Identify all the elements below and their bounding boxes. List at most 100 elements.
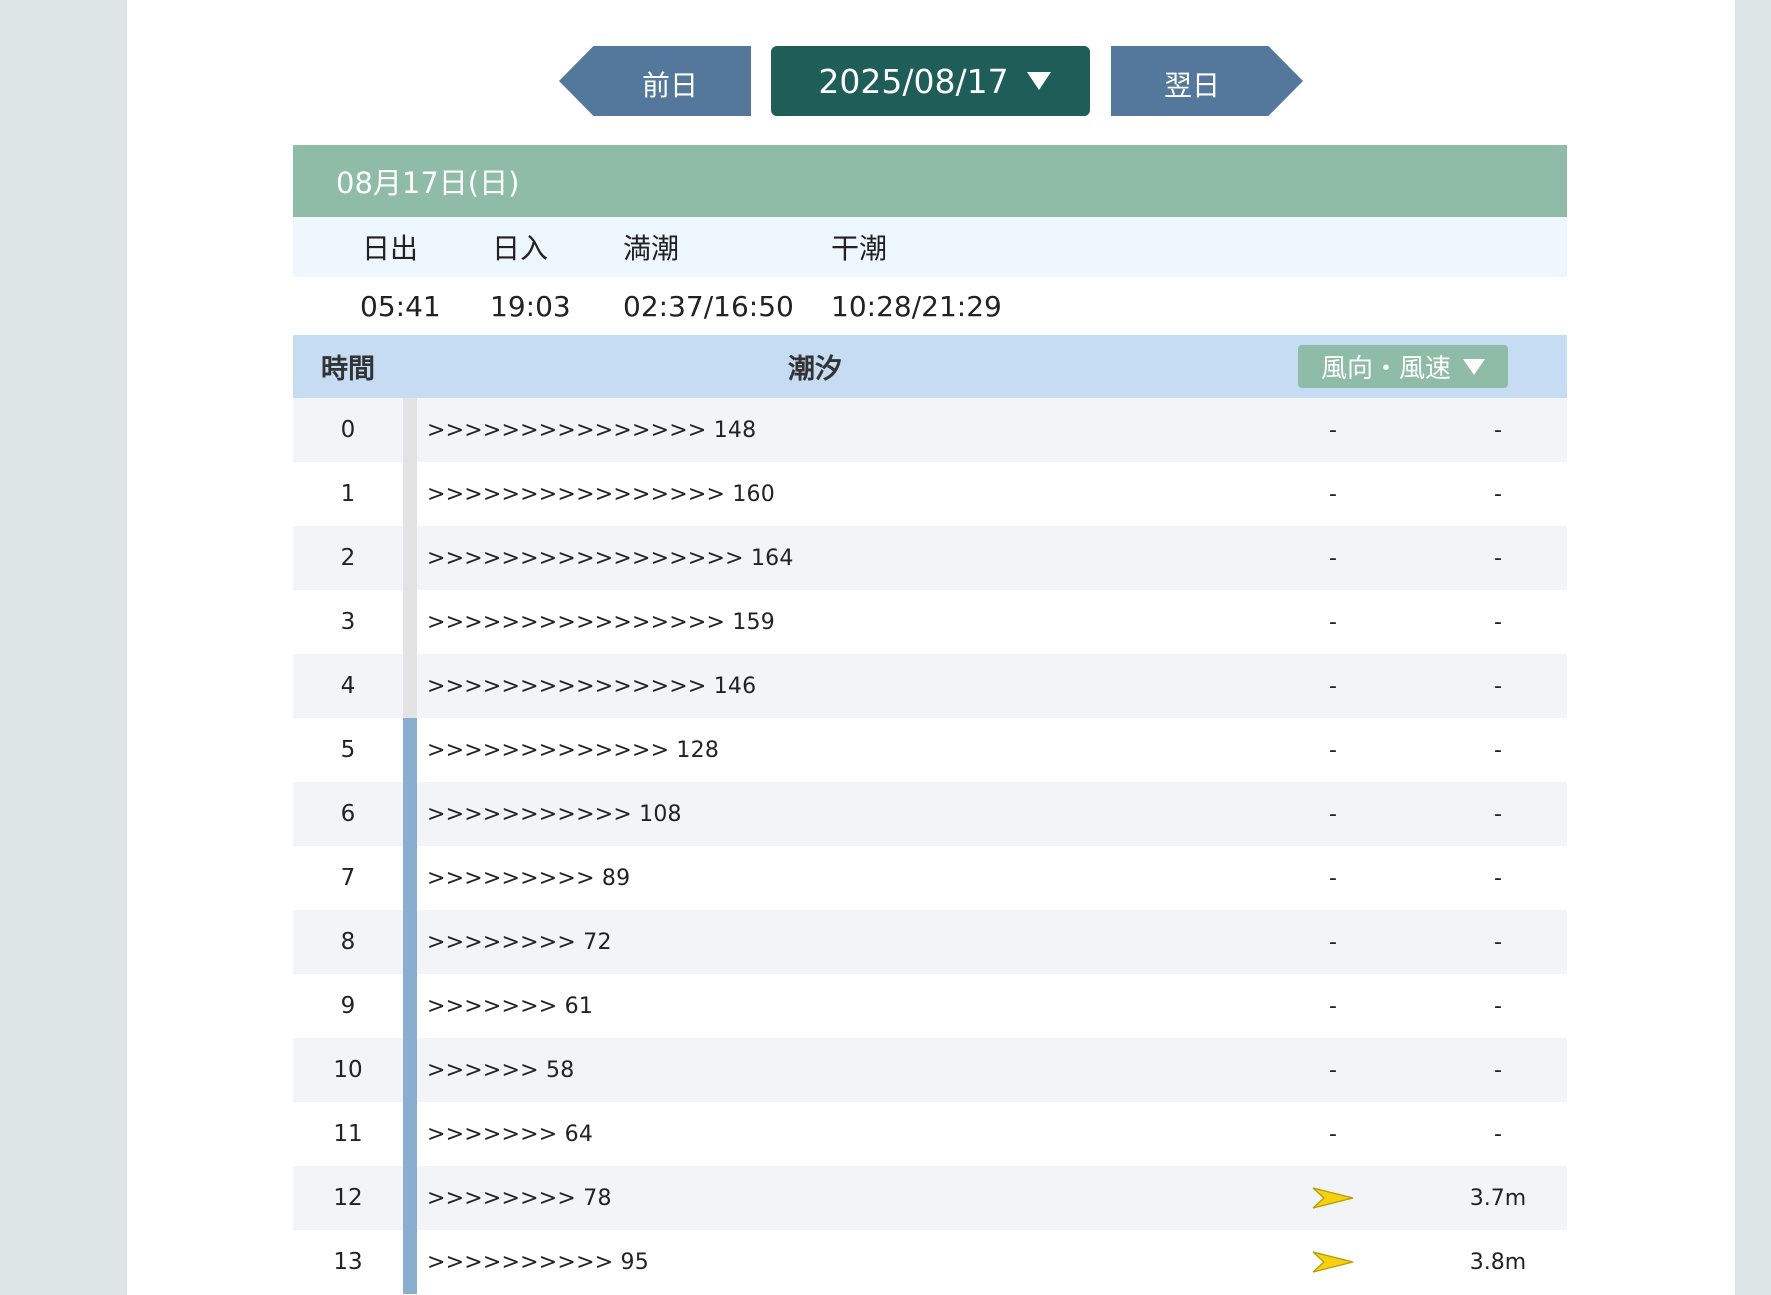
tide-phase-bar	[403, 782, 417, 846]
wind-speed: 3.8m	[1469, 1249, 1527, 1275]
table-row: 13 >>>>>>>>>> 95 3.8m	[293, 1230, 1567, 1294]
wind-speed: -	[1494, 865, 1502, 891]
row-hour: 8	[340, 929, 356, 955]
wind-speed: -	[1494, 673, 1502, 699]
table-row: 6 >>>>>>>>>>> 108 - -	[293, 782, 1567, 846]
tide-phase-bar	[403, 974, 417, 1038]
low-tide-value: 10:28/21:29	[831, 289, 1002, 323]
row-hour: 4	[340, 673, 356, 699]
high-tide-value: 02:37/16:50	[623, 289, 794, 323]
row-tide-level: >>>>>>> 61	[427, 993, 594, 1019]
main-panel: 前日 2025/08/17 翌日 08月17日(日) 日出 日入 満潮 干潮 0…	[127, 0, 1735, 1295]
row-hour: 10	[333, 1057, 363, 1083]
wind-direction: -	[1329, 1121, 1337, 1147]
wind-speed: 3.7m	[1469, 1185, 1527, 1211]
row-hour: 2	[340, 545, 356, 571]
sunrise-value: 05:41	[360, 289, 441, 323]
prev-day-label: 前日	[641, 69, 698, 102]
date-select[interactable]: 2025/08/17	[771, 46, 1090, 116]
table-row: 4 >>>>>>>>>>>>>>> 146 - -	[293, 654, 1567, 718]
tide-phase-bar	[403, 846, 417, 910]
table-row: 2 >>>>>>>>>>>>>>>>> 164 - -	[293, 526, 1567, 590]
wind-direction: -	[1329, 929, 1337, 955]
row-hour: 13	[333, 1249, 363, 1275]
wind-arrow-icon	[1312, 1187, 1354, 1209]
wind-direction	[1303, 1166, 1363, 1230]
time-column-header: 時間	[321, 354, 375, 385]
row-tide-level: >>>>>>>>>>> 108	[427, 801, 682, 827]
wind-speed: -	[1494, 801, 1502, 827]
day-title-text: 08月17日(日)	[336, 166, 520, 200]
tide-phase-bar	[403, 1038, 417, 1102]
row-tide-level: >>>>>>>>>>>>>>>> 159	[427, 609, 775, 635]
low-tide-label: 干潮	[831, 232, 888, 265]
table-row: 3 >>>>>>>>>>>>>>>> 159 - -	[293, 590, 1567, 654]
table-row: 11 >>>>>>> 64 - -	[293, 1102, 1567, 1166]
next-day-label: 翌日	[1163, 69, 1220, 102]
row-tide-level: >>>>>> 58	[427, 1057, 575, 1083]
wind-direction: -	[1329, 993, 1337, 1019]
sun-tide-values-row: 05:41 19:03 02:37/16:50 10:28/21:29	[293, 277, 1567, 335]
wind-direction: -	[1329, 417, 1337, 443]
day-title: 08月17日(日)	[293, 145, 1567, 217]
row-tide-level: >>>>>>>>>>>>> 128	[427, 737, 720, 763]
row-hour: 6	[340, 801, 356, 827]
wind-speed: -	[1494, 1057, 1502, 1083]
wind-speed: -	[1494, 481, 1502, 507]
tide-phase-bar	[403, 526, 417, 590]
wind-speed: -	[1494, 417, 1502, 443]
sunset-label: 日入	[492, 232, 549, 265]
wind-direction: -	[1329, 673, 1337, 699]
row-tide-level: >>>>>>>>>>>>>>>> 160	[427, 481, 775, 507]
wind-speed: -	[1494, 993, 1502, 1019]
table-row: 1 >>>>>>>>>>>>>>>> 160 - -	[293, 462, 1567, 526]
sun-tide-labels-row: 日出 日入 満潮 干潮	[293, 217, 1567, 277]
next-day-button[interactable]: 翌日	[1111, 46, 1303, 116]
row-tide-level: >>>>>>>>>>>>>>>>> 164	[427, 545, 794, 571]
wind-toggle-button[interactable]: 風向・風速	[1298, 345, 1508, 388]
wind-speed: -	[1494, 737, 1502, 763]
wind-direction: -	[1329, 609, 1337, 635]
row-hour: 1	[340, 481, 356, 507]
high-tide-label: 満潮	[623, 232, 680, 265]
table-header: 時間 潮汐 風向・風速	[293, 335, 1567, 398]
tide-phase-bar	[403, 654, 417, 718]
wind-direction: -	[1329, 481, 1337, 507]
chevron-down-icon	[1463, 358, 1485, 375]
row-hour: 12	[333, 1185, 363, 1211]
row-hour: 0	[340, 417, 356, 443]
wind-direction: -	[1329, 545, 1337, 571]
row-hour: 11	[333, 1121, 363, 1147]
row-tide-level: >>>>>>>>>>>>>>> 146	[427, 673, 757, 699]
wind-direction	[1303, 1230, 1363, 1294]
table-row: 9 >>>>>>> 61 - -	[293, 974, 1567, 1038]
wind-speed: -	[1494, 1121, 1502, 1147]
wind-direction: -	[1329, 865, 1337, 891]
tide-phase-bar	[403, 590, 417, 654]
tide-phase-bar	[403, 462, 417, 526]
wind-direction: -	[1329, 737, 1337, 763]
prev-day-button[interactable]: 前日	[559, 46, 751, 116]
table-row: 0 >>>>>>>>>>>>>>> 148 - -	[293, 398, 1567, 462]
tide-phase-bar	[403, 398, 417, 462]
tide-phase-bar	[403, 910, 417, 974]
wind-direction: -	[1329, 1057, 1337, 1083]
row-tide-level: >>>>>>>> 78	[427, 1185, 612, 1211]
wind-speed: -	[1494, 545, 1502, 571]
table-row: 10 >>>>>> 58 - -	[293, 1038, 1567, 1102]
row-tide-level: >>>>>>>> 72	[427, 929, 612, 955]
chevron-down-icon	[1026, 72, 1051, 90]
row-tide-level: >>>>>>>>>>>>>>> 148	[427, 417, 757, 443]
tide-column-header: 潮汐	[788, 354, 842, 385]
row-tide-level: >>>>>>> 64	[427, 1121, 594, 1147]
tide-phase-bar	[403, 718, 417, 782]
tide-phase-bar	[403, 1166, 417, 1230]
sunset-value: 19:03	[490, 289, 571, 323]
row-hour: 7	[340, 865, 356, 891]
table-row: 7 >>>>>>>>> 89 - -	[293, 846, 1567, 910]
date-select-value: 2025/08/17	[818, 61, 1009, 101]
wind-arrow-icon	[1312, 1251, 1354, 1273]
table-row: 8 >>>>>>>> 72 - -	[293, 910, 1567, 974]
tide-phase-bar	[403, 1102, 417, 1166]
wind-toggle-label: 風向・風速	[1320, 354, 1451, 384]
